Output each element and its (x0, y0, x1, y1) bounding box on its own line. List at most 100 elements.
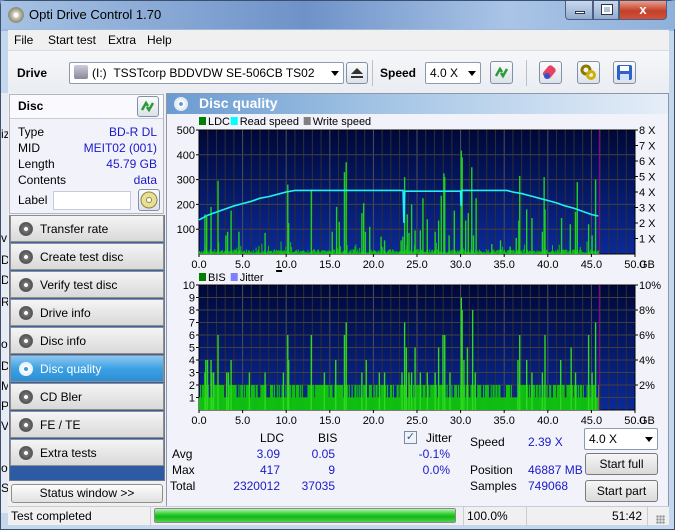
nav-item-disc-info[interactable]: Disc info (10, 327, 164, 354)
nav-item-extra-tests[interactable]: Extra tests (10, 439, 164, 466)
bis-spike (248, 372, 251, 410)
ldc-bar (268, 245, 270, 254)
y2-tick-label: 6% (639, 330, 655, 342)
bis-spike (323, 372, 326, 410)
ldc-bar (557, 250, 559, 254)
settings-button[interactable] (577, 61, 600, 84)
ldc-bar (233, 249, 235, 254)
bis-spike (230, 360, 232, 410)
erase-button[interactable] (539, 61, 562, 84)
title-bar[interactable]: Opti Drive Control 1.70 x (1, 1, 675, 29)
nav-item-transfer-rate[interactable]: Transfer rate (10, 215, 164, 242)
ldc-bar (247, 250, 249, 254)
ldc-bar (555, 252, 557, 254)
ldc-bar (566, 250, 568, 254)
nav-item-label: Disc info (40, 334, 87, 348)
ldc-bar (313, 249, 315, 254)
ldc-bar (293, 251, 295, 254)
ldc-bar (252, 249, 254, 254)
ldc-bar (503, 250, 505, 254)
nav-item-create-test-disc[interactable]: Create test disc (10, 243, 164, 270)
ldc-bar (373, 250, 375, 254)
ldc-spike (310, 189, 313, 254)
nav-item-label: Extra tests (40, 446, 97, 460)
close-button[interactable]: x (619, 1, 667, 20)
ldc-bar (269, 250, 271, 254)
ldc-bar (389, 249, 391, 254)
ldc-bar (223, 251, 225, 254)
ldc-bar (497, 250, 499, 254)
bis-spike (437, 347, 440, 410)
ldc-bar (266, 252, 268, 254)
ldc-spike (426, 219, 428, 254)
resize-grip-icon[interactable] (656, 515, 665, 524)
ldc-bar (523, 249, 525, 254)
nav-item-fe-te[interactable]: FE / TE (10, 411, 164, 438)
ldc-bar (329, 250, 331, 254)
drive-select[interactable]: (I:) TSSTcorp BDDVDW SE-506CB TS02 (69, 62, 344, 84)
disc-icon (19, 446, 33, 460)
ldc-spike (362, 203, 365, 254)
disc-label-input[interactable] (53, 191, 131, 210)
y-tick-label: 500 (177, 125, 195, 137)
nav-item-disc-quality[interactable]: Disc quality (10, 355, 164, 382)
ldc-bar (589, 251, 591, 254)
y-tick-label: 5 (189, 343, 195, 355)
status-window-button[interactable]: Status window >> (11, 484, 163, 503)
nav-item-drive-info[interactable]: Drive info (10, 299, 164, 326)
minimize-button[interactable] (565, 1, 593, 20)
ldc-bar (341, 251, 343, 254)
save-button[interactable] (613, 61, 636, 84)
y2-tick-label: 5 X (639, 172, 656, 184)
ldc-bar (565, 249, 567, 254)
y2-tick-label: 4% (639, 355, 655, 367)
ldc-bar (342, 250, 344, 254)
disc-refresh-button[interactable] (137, 96, 159, 117)
drive-label: Drive (17, 66, 48, 80)
ldc-bar (328, 250, 330, 254)
disc-label-button[interactable] (138, 189, 160, 211)
bis-spike (449, 372, 451, 410)
bis-spike (310, 335, 313, 410)
ldc-bar (405, 249, 407, 254)
menu-help[interactable]: Help (147, 33, 172, 47)
bis-spike (474, 372, 476, 410)
speed-select[interactable]: 4.0 X (425, 62, 481, 84)
maximize-button[interactable] (593, 1, 619, 20)
ldc-bar (222, 252, 224, 254)
ldc-bar (524, 244, 526, 254)
test-speed-select[interactable]: 4.0 X (584, 428, 658, 450)
ldc-bar (539, 251, 541, 254)
x-tick-label: 30.0 (450, 415, 471, 425)
ldc-bar (272, 250, 274, 254)
ldc-spike (587, 224, 590, 254)
refresh-speed-button[interactable] (490, 61, 513, 84)
ldc-spike (345, 162, 347, 254)
avg-bis: 0.05 (311, 447, 335, 461)
start-full-button[interactable]: Start full (585, 453, 658, 475)
ldc-bar (319, 252, 321, 254)
menu-file[interactable]: File (14, 33, 33, 47)
ldc-spike (419, 230, 422, 254)
toolbar-separator (372, 60, 373, 86)
bis-spike (461, 310, 463, 410)
jitter-checkbox[interactable]: ✓ (404, 431, 417, 444)
ldc-bar (445, 252, 447, 254)
ldc-bar (457, 251, 459, 254)
ldc-bar (397, 252, 399, 254)
ldc-bar (487, 249, 489, 254)
start-part-button[interactable]: Start part (585, 480, 658, 502)
avg-jitter: -0.1% (418, 447, 450, 461)
ldc-spike (364, 231, 367, 254)
ldc-bar (255, 247, 257, 254)
disc-length-value: 45.79 GB (106, 157, 157, 171)
ldc-bar (481, 252, 483, 254)
x-tick-label: 35.0 (493, 415, 514, 425)
ldc-bar (283, 250, 285, 254)
ldc-bar (267, 250, 269, 254)
eject-button[interactable] (346, 62, 368, 84)
nav-item-verify-test-disc[interactable]: Verify test disc (10, 271, 164, 298)
nav-item-cd-bler[interactable]: CD Bler (10, 383, 164, 410)
menu-extra[interactable]: Extra (108, 33, 136, 47)
menu-start-test[interactable]: Start test (48, 33, 96, 47)
